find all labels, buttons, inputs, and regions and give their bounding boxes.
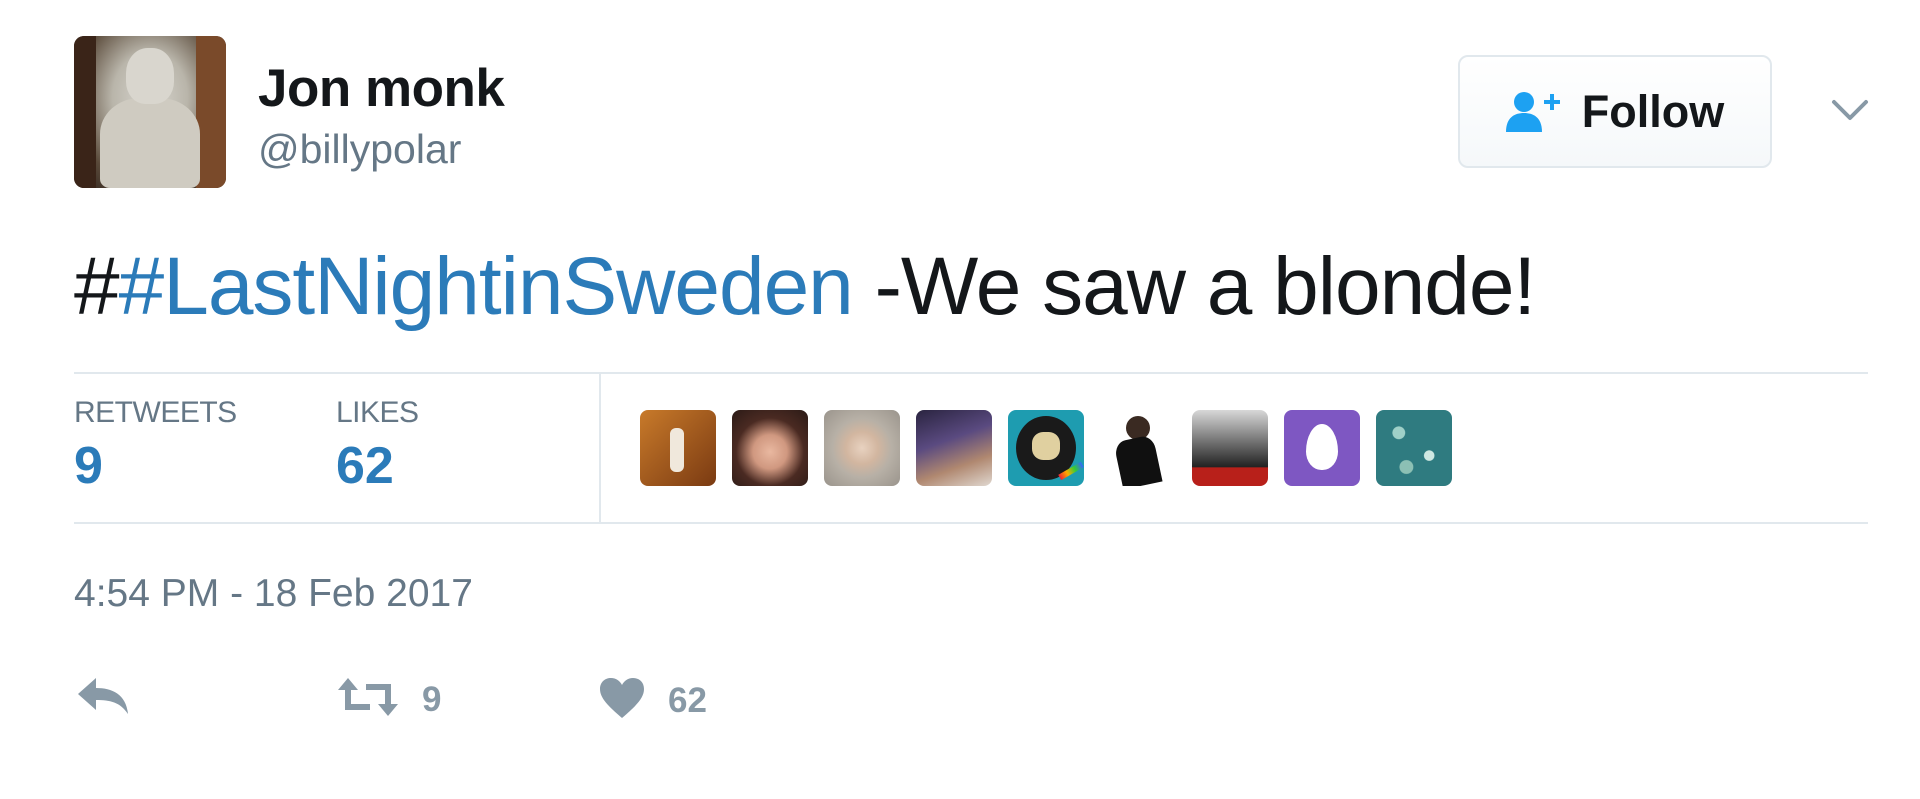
likes-label: LIKES (336, 396, 419, 429)
divider-top (74, 372, 1868, 374)
follow-button-label: Follow (1581, 85, 1725, 137)
liker-avatar[interactable] (1100, 410, 1176, 486)
liker-avatar[interactable] (916, 410, 992, 486)
heart-icon (598, 676, 646, 725)
avatar-background-left (74, 36, 96, 188)
hashtag-link[interactable]: #LastNightinSweden (119, 241, 854, 332)
divider-vertical (599, 374, 601, 522)
display-name[interactable]: Jon monk (258, 58, 505, 119)
liker-avatar[interactable] (824, 410, 900, 486)
reply-icon (76, 676, 130, 721)
divider-bottom (74, 522, 1868, 524)
like-count: 62 (668, 680, 707, 720)
retweets-label: RETWEETS (74, 396, 237, 429)
avatar-statue-body (100, 98, 200, 188)
retweets-stat[interactable]: RETWEETS 9 (74, 396, 237, 496)
tweet-text-prefix: # (74, 241, 120, 332)
liker-avatars (640, 410, 1452, 486)
liker-avatar[interactable] (1008, 410, 1084, 486)
liker-avatar[interactable] (1376, 410, 1452, 486)
tweet-text-body: -We saw a blonde! (852, 241, 1537, 332)
chevron-down-icon[interactable] (1828, 92, 1872, 128)
user-avatar[interactable] (74, 36, 226, 188)
like-button[interactable]: 62 (598, 676, 707, 725)
username[interactable]: @billypolar (258, 126, 461, 173)
liker-avatar[interactable] (640, 410, 716, 486)
retweet-icon (336, 676, 400, 723)
retweet-count: 9 (422, 679, 442, 719)
retweets-value: 9 (74, 437, 103, 495)
liker-avatar[interactable] (1284, 410, 1360, 486)
follow-user-icon (1505, 90, 1564, 134)
likes-value: 62 (336, 437, 394, 495)
default-egg-icon (1306, 424, 1338, 470)
avatar-background-right (196, 36, 226, 188)
tweet-text: ##LastNightinSweden -We saw a blonde! (74, 240, 1537, 334)
tweet-card: Jon monk @billypolar Follow ##LastNighti… (0, 0, 1920, 799)
liker-avatar[interactable] (732, 410, 808, 486)
liker-avatar[interactable] (1192, 410, 1268, 486)
tweet-timestamp[interactable]: 4:54 PM - 18 Feb 2017 (74, 572, 473, 616)
avatar-statue-head (126, 48, 174, 104)
retweet-button[interactable]: 9 (336, 676, 441, 723)
reply-button[interactable] (76, 676, 130, 721)
follow-button[interactable]: Follow (1458, 55, 1772, 168)
likes-stat[interactable]: LIKES 62 (336, 396, 419, 496)
